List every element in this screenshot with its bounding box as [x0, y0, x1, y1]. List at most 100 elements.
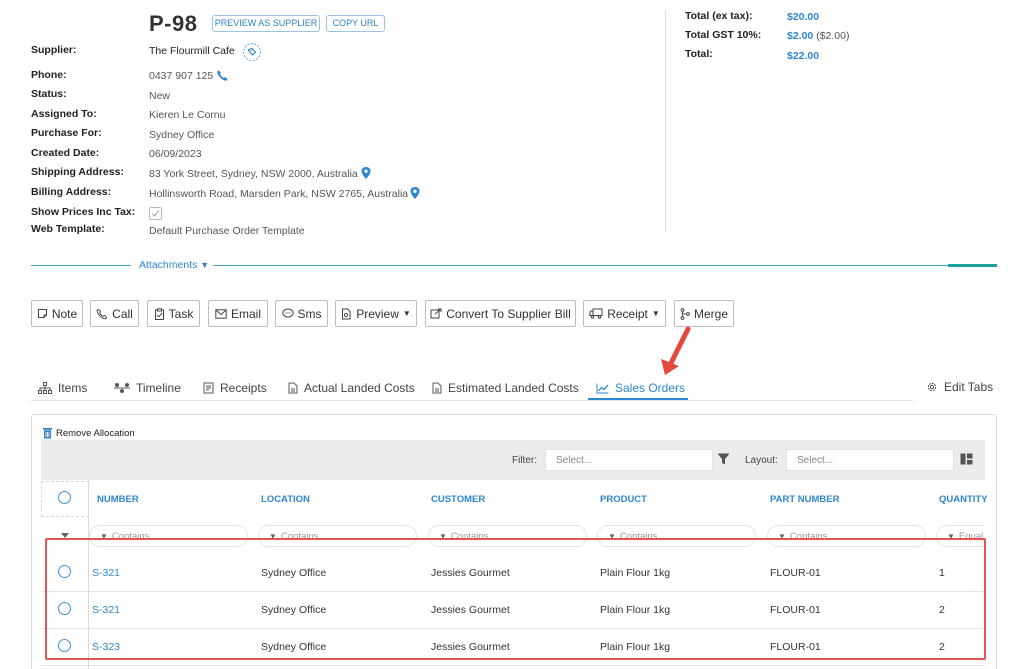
- tab-sales-orders[interactable]: Sales Orders: [596, 381, 685, 395]
- column-header-product[interactable]: PRODUCT: [600, 494, 647, 505]
- grid-header-row: [41, 481, 985, 517]
- export-icon: [430, 308, 442, 319]
- column-header-customer[interactable]: CUSTOMER: [431, 494, 485, 505]
- billing-address-label: Billing Address:: [31, 186, 112, 198]
- web-template-label: Web Template:: [31, 223, 105, 235]
- tab-timeline[interactable]: Timeline: [114, 381, 181, 395]
- task-label: Task: [168, 306, 194, 321]
- tabs-divider: [31, 400, 913, 401]
- assigned-to-value[interactable]: Kieren Le Cornu: [149, 109, 225, 121]
- total-value: $22.00: [787, 50, 820, 62]
- remove-allocation-label: Remove Allocation: [56, 427, 135, 439]
- map-pin-icon[interactable]: [409, 186, 421, 203]
- convert-to-supplier-bill-button[interactable]: Convert To Supplier Bill: [425, 300, 576, 327]
- note-icon: [37, 309, 47, 318]
- email-label: Email: [230, 306, 261, 321]
- truck-icon: [589, 308, 603, 319]
- call-button[interactable]: Call: [90, 300, 139, 327]
- status-label: Status:: [31, 88, 67, 100]
- map-pin-icon[interactable]: [360, 166, 372, 183]
- merge-button[interactable]: Merge: [674, 300, 734, 327]
- tab-actual-landed-costs[interactable]: Actual Landed Costs: [288, 381, 415, 395]
- total-label: Total:: [685, 48, 713, 60]
- shipping-address-value[interactable]: 83 York Street, Sydney, NSW 2000, Austra…: [149, 168, 358, 180]
- tab-sales-orders-label: Sales Orders: [615, 381, 686, 395]
- trash-icon: [43, 428, 52, 439]
- receipt-label: Receipt: [607, 306, 648, 321]
- document-search-icon: [342, 308, 351, 319]
- attachments-line-right: [213, 265, 948, 266]
- tab-estimated-landed-costs[interactable]: Estimated Landed Costs: [432, 381, 579, 395]
- note-button[interactable]: Note: [31, 300, 83, 327]
- total-gst-value: $2.00 ($2.00): [787, 30, 849, 42]
- phone-icon[interactable]: [216, 69, 229, 85]
- note-label: Note: [51, 306, 78, 321]
- caret-down-icon: ▼: [651, 309, 660, 318]
- sms-label: Sms: [297, 306, 322, 321]
- billing-address-value[interactable]: Hollinsworth Road, Marsden Park, NSW 276…: [149, 188, 408, 200]
- show-prices-inc-tax-checkbox[interactable]: [149, 207, 162, 220]
- select-all-checkbox[interactable]: [58, 491, 71, 504]
- document-icon: [288, 382, 298, 394]
- sms-button[interactable]: Sms: [275, 300, 328, 327]
- envelope-icon: [215, 308, 227, 319]
- funnel-icon[interactable]: [717, 453, 730, 468]
- line-chart-icon: [596, 383, 609, 393]
- annotation-arrow-icon: [661, 326, 691, 375]
- column-header-number[interactable]: NUMBER: [97, 494, 139, 505]
- tab-items-label: Items: [58, 381, 88, 395]
- layout-grid-icon[interactable]: [960, 453, 973, 468]
- task-button[interactable]: Task: [147, 300, 200, 327]
- document-icon: [432, 382, 442, 394]
- email-button[interactable]: Email: [208, 300, 268, 327]
- supplier-value[interactable]: The Flourmill Cafe: [149, 45, 235, 57]
- preview-label: Preview: [356, 306, 399, 321]
- total-gst-amount: $2.00: [787, 30, 814, 42]
- shipping-address-label: Shipping Address:: [31, 166, 124, 178]
- total-ex-tax-value: $20.00: [787, 11, 820, 23]
- column-header-quantity[interactable]: QUANTITY: [939, 494, 988, 505]
- phone-label: Phone:: [31, 69, 67, 81]
- attachments-line-left: [31, 265, 131, 266]
- tab-receipts-label: Receipts: [220, 381, 267, 395]
- merge-icon: [680, 307, 690, 320]
- attachments-toggle[interactable]: Attachments ▼: [137, 259, 212, 271]
- column-header-part-number[interactable]: PART NUMBER: [770, 494, 840, 505]
- caret-down-icon: ▼: [200, 260, 210, 270]
- hierarchy-icon: [38, 382, 52, 394]
- purchase-for-label: Purchase For:: [31, 127, 102, 139]
- created-date-label: Created Date:: [31, 147, 100, 159]
- tag-icon[interactable]: [242, 42, 262, 65]
- remove-allocation-button[interactable]: Remove Allocation: [42, 427, 135, 439]
- clipboard-check-icon: [154, 307, 164, 320]
- attachments-label: Attachments: [139, 259, 198, 271]
- filter-select[interactable]: Select...: [545, 449, 713, 471]
- copy-url-button[interactable]: COPY URL: [326, 15, 385, 32]
- highlight-box: [45, 538, 986, 660]
- preview-as-supplier-button[interactable]: PREVIEW AS SUPPLIER: [212, 15, 320, 32]
- tab-actual-landed-costs-label: Actual Landed Costs: [304, 381, 415, 395]
- receipt-icon: [203, 382, 214, 394]
- caret-down-icon: ▼: [402, 309, 411, 318]
- timeline-icon: [114, 383, 130, 393]
- column-header-location[interactable]: LOCATION: [261, 494, 310, 505]
- tab-estimated-landed-costs-label: Estimated Landed Costs: [448, 381, 579, 395]
- edit-tabs-button[interactable]: Edit Tabs: [926, 380, 993, 394]
- convert-label: Convert To Supplier Bill: [446, 306, 571, 321]
- tab-items[interactable]: Items: [38, 381, 87, 395]
- assigned-to-label: Assigned To:: [31, 108, 97, 120]
- page-title: P-98: [149, 11, 198, 36]
- layout-select[interactable]: Select...: [786, 449, 954, 471]
- chat-icon: [281, 308, 294, 318]
- receipt-dropdown-button[interactable]: Receipt ▼: [583, 300, 666, 327]
- preview-dropdown-button[interactable]: Preview ▼: [335, 300, 417, 327]
- tab-timeline-label: Timeline: [136, 381, 181, 395]
- show-prices-inc-tax-label: Show Prices Inc Tax:: [31, 206, 136, 218]
- phone-icon: [96, 308, 108, 319]
- phone-value[interactable]: 0437 907 125: [149, 70, 213, 82]
- web-template-value[interactable]: Default Purchase Order Template: [149, 225, 305, 237]
- total-gst-label: Total GST 10%:: [685, 29, 762, 41]
- purchase-for-value[interactable]: Sydney Office: [149, 129, 214, 141]
- section-divider: [665, 10, 666, 232]
- tab-receipts[interactable]: Receipts: [203, 381, 267, 395]
